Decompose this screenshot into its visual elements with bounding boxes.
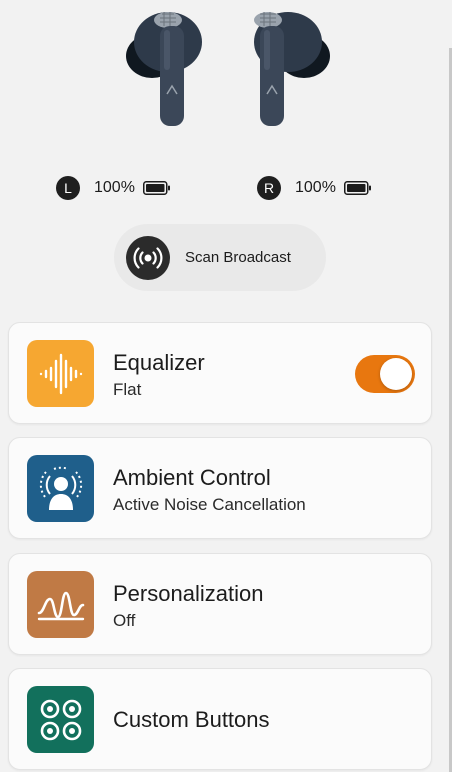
equalizer-subtitle: Flat (113, 380, 142, 399)
left-side-badge: L (56, 176, 80, 200)
wave-curve-icon (27, 571, 94, 638)
toggle-knob (380, 358, 412, 390)
ambient-control-subtitle: Active Noise Cancellation (113, 495, 306, 514)
equalizer-card[interactable]: Equalizer Flat (8, 322, 432, 424)
person-sound-icon (27, 455, 94, 522)
ambient-control-title: Ambient Control (113, 465, 271, 490)
personalization-title: Personalization (113, 581, 264, 606)
broadcast-icon (126, 235, 170, 280)
battery-status: L 100% R 100% (0, 176, 452, 200)
button-grid-icon (27, 686, 94, 753)
equalizer-toggle[interactable] (355, 355, 415, 393)
scan-broadcast-label: Scan Broadcast (185, 249, 291, 266)
custom-buttons-title: Custom Buttons (113, 707, 270, 732)
waveform-icon (27, 340, 94, 407)
left-battery: L 100% (56, 176, 171, 200)
battery-icon (142, 181, 170, 195)
personalization-card[interactable]: Personalization Off (8, 553, 432, 655)
scan-broadcast-button[interactable]: Scan Broadcast (114, 224, 326, 291)
equalizer-title: Equalizer (113, 350, 205, 375)
right-battery: R 100% (257, 176, 372, 200)
left-earbud-image (126, 12, 202, 126)
personalization-subtitle: Off (113, 611, 136, 630)
right-battery-percent: 100% (295, 179, 336, 196)
battery-icon (343, 181, 371, 195)
left-battery-percent: 100% (94, 179, 135, 196)
ambient-control-card[interactable]: Ambient Control Active Noise Cancellatio… (8, 437, 432, 539)
right-side-badge: R (257, 176, 281, 200)
custom-buttons-card[interactable]: Custom Buttons (8, 668, 432, 770)
right-earbud-image (254, 12, 330, 126)
earbuds-image (0, 0, 452, 140)
